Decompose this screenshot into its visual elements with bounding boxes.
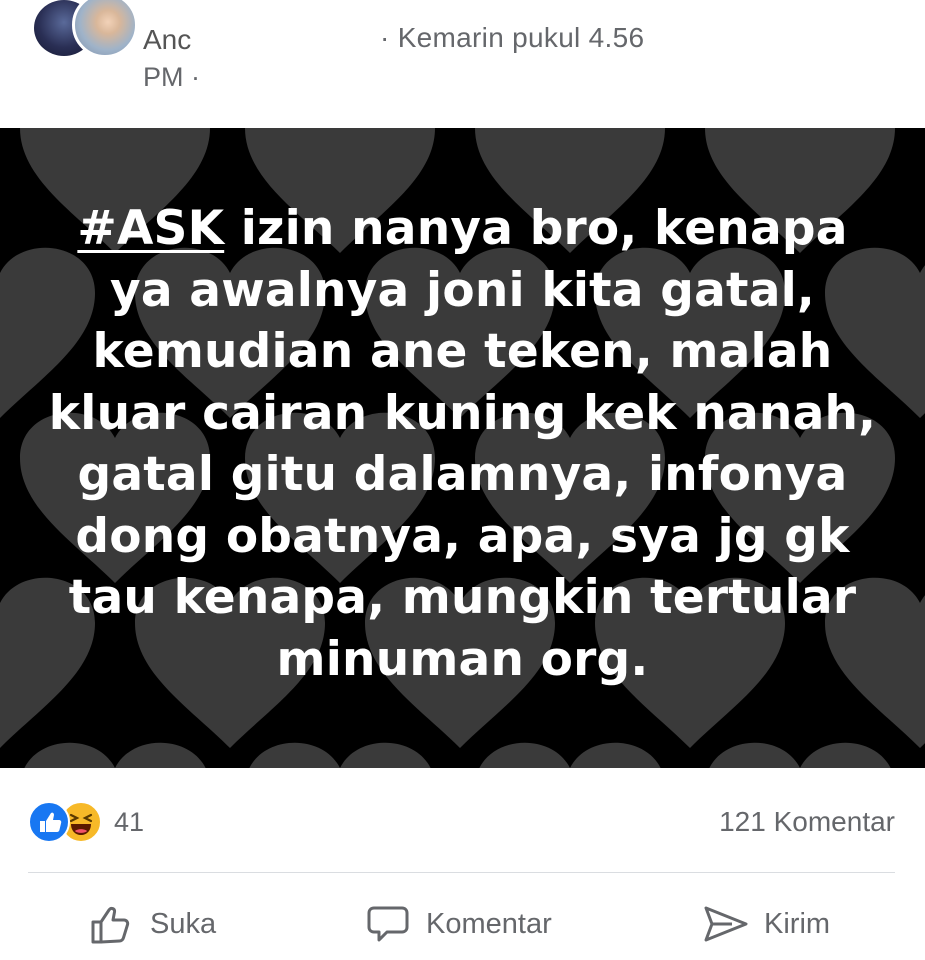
- post-text: #ASK izin nanya bro, kenapa ya awalnya j…: [40, 198, 885, 690]
- hashtag-link[interactable]: #ASK: [77, 201, 224, 256]
- like-icon: [28, 801, 70, 843]
- post-timestamp[interactable]: · Kemarin pukul 4.56: [380, 22, 644, 54]
- comment-button[interactable]: Komentar: [364, 898, 552, 950]
- comments-count-link[interactable]: 121 Komentar: [719, 806, 895, 838]
- send-icon: [704, 906, 748, 942]
- divider: [28, 872, 895, 873]
- avatar[interactable]: [72, 0, 138, 58]
- post-background-banner: #ASK izin nanya bro, kenapa ya awalnya j…: [0, 128, 925, 768]
- post-timestamp-cont[interactable]: PM ·: [143, 62, 200, 93]
- reaction-count: 41: [114, 806, 145, 837]
- reactions-summary[interactable]: 41: [28, 800, 144, 844]
- like-button[interactable]: Suka: [88, 898, 216, 950]
- author-name[interactable]: Anc: [143, 24, 203, 56]
- thumbs-up-icon: [91, 906, 130, 944]
- send-label: Kirim: [764, 907, 831, 940]
- post-body: izin nanya bro, kenapa ya awalnya joni k…: [48, 201, 877, 687]
- like-label: Suka: [150, 907, 217, 940]
- send-button[interactable]: Kirim: [702, 898, 830, 950]
- avatar-group[interactable]: [34, 0, 138, 62]
- comment-bubble-icon: [367, 906, 409, 942]
- post-header: Anc · Kemarin pukul 4.56 PM ·: [0, 0, 925, 128]
- comment-label: Komentar: [426, 907, 552, 940]
